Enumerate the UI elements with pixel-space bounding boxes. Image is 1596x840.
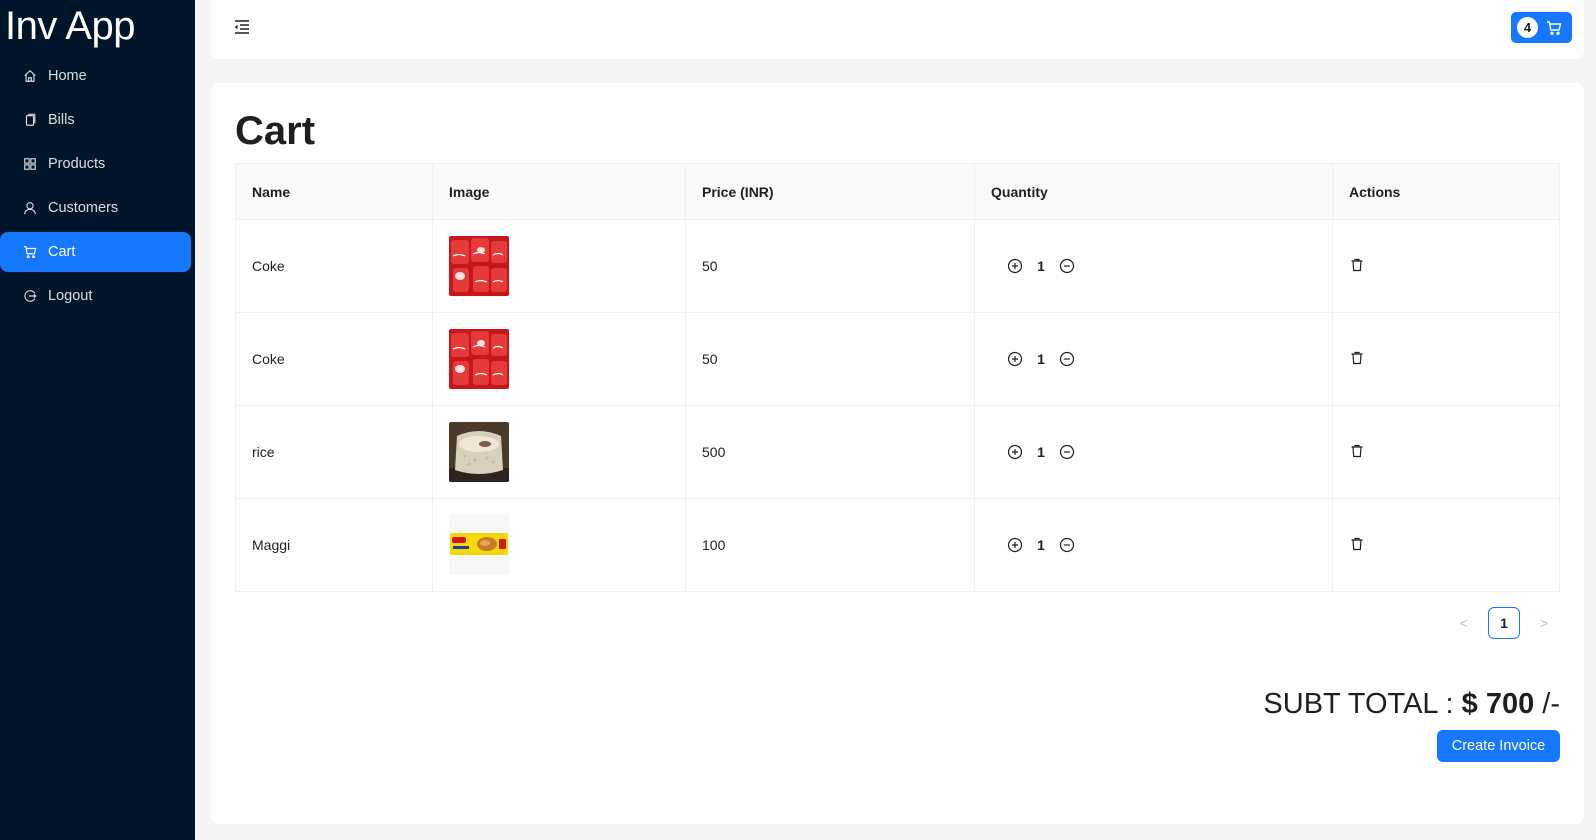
- minus-circle-icon[interactable]: [1059, 537, 1075, 553]
- cell-quantity: 1: [974, 498, 1333, 592]
- subtotal-suffix: /-: [1534, 688, 1560, 720]
- sidebar: Inv App Home Bills Products Customers Ca…: [0, 0, 195, 840]
- sidebar-item-cart[interactable]: Cart: [0, 232, 191, 272]
- minus-circle-icon[interactable]: [1059, 258, 1075, 274]
- cell-name: Coke: [235, 219, 433, 313]
- column-header-price: Price (INR): [685, 163, 975, 220]
- cell-image: [432, 498, 686, 592]
- column-header-quantity: Quantity: [974, 163, 1333, 220]
- cell-quantity: 1: [974, 312, 1333, 406]
- cell-name: rice: [235, 405, 433, 499]
- delete-icon[interactable]: [1350, 258, 1364, 272]
- cell-actions: [1332, 219, 1560, 313]
- cell-quantity: 1: [974, 405, 1333, 499]
- plus-circle-icon[interactable]: [1007, 351, 1023, 367]
- cart-icon: [23, 245, 37, 259]
- home-icon: [23, 69, 37, 83]
- plus-circle-icon[interactable]: [1007, 537, 1023, 553]
- cell-price: 50: [685, 312, 975, 406]
- pagination: < 1 >: [1448, 607, 1560, 639]
- pagination-page-1[interactable]: 1: [1488, 607, 1520, 639]
- maggi-pack-image: [449, 515, 509, 575]
- column-header-name: Name: [235, 163, 433, 220]
- sidebar-item-customers[interactable]: Customers: [0, 188, 191, 228]
- quantity-value: 1: [1037, 537, 1045, 553]
- plus-circle-icon[interactable]: [1007, 258, 1023, 274]
- quantity-value: 1: [1037, 444, 1045, 460]
- cart-table: Name Image Price (INR) Quantity Actions …: [235, 163, 1560, 592]
- quantity-value: 1: [1037, 351, 1045, 367]
- sidebar-item-products[interactable]: Products: [0, 144, 191, 184]
- copy-icon: [23, 113, 37, 127]
- table-row: Coke 50 1: [235, 312, 1560, 406]
- sidebar-item-home[interactable]: Home: [0, 56, 191, 96]
- cell-image: [432, 312, 686, 406]
- minus-circle-icon[interactable]: [1059, 351, 1075, 367]
- pagination-next-button[interactable]: >: [1528, 607, 1560, 639]
- delete-icon[interactable]: [1350, 444, 1364, 458]
- pagination-prev-button[interactable]: <: [1448, 607, 1480, 639]
- cart-count-badge: 4: [1517, 17, 1538, 38]
- cell-price: 50: [685, 219, 975, 313]
- coke-can-image: [449, 329, 509, 389]
- table-row: rice 500 1: [235, 405, 1560, 499]
- subtotal: SUBT TOTAL : $ 700 /-: [1263, 688, 1560, 721]
- table-row: Maggi 100 1: [235, 498, 1560, 592]
- cell-quantity: 1: [974, 219, 1333, 313]
- column-header-actions: Actions: [1332, 163, 1560, 220]
- cell-price: 100: [685, 498, 975, 592]
- header-cart-button[interactable]: 4: [1511, 12, 1572, 43]
- table-header-row: Name Image Price (INR) Quantity Actions: [235, 163, 1560, 220]
- column-header-image: Image: [432, 163, 686, 220]
- cell-name: Maggi: [235, 498, 433, 592]
- cell-actions: [1332, 498, 1560, 592]
- create-invoice-button[interactable]: Create Invoice: [1437, 730, 1560, 762]
- sidebar-item-bills[interactable]: Bills: [0, 100, 191, 140]
- top-header: 4: [211, 0, 1584, 59]
- quantity-value: 1: [1037, 258, 1045, 274]
- sidebar-item-label: Products: [48, 156, 106, 172]
- cell-name: Coke: [235, 312, 433, 406]
- shopping-cart-icon: [1546, 20, 1562, 36]
- sidebar-item-label: Cart: [48, 244, 76, 260]
- sidebar-item-label: Customers: [48, 200, 119, 216]
- cell-price: 500: [685, 405, 975, 499]
- coke-can-image: [449, 236, 509, 296]
- page-title: Cart: [235, 109, 316, 153]
- sidebar-menu: Home Bills Products Customers Cart Logou…: [0, 56, 195, 316]
- delete-icon[interactable]: [1350, 351, 1364, 365]
- rice-sack-image: [449, 422, 509, 482]
- cell-image: [432, 405, 686, 499]
- subtotal-label: SUBT TOTAL :: [1263, 688, 1462, 720]
- cell-actions: [1332, 405, 1560, 499]
- user-icon: [23, 201, 37, 215]
- table-row: Coke 50 1: [235, 219, 1560, 313]
- sidebar-item-label: Logout: [48, 288, 93, 304]
- cart-panel: Cart Name Image Price (INR) Quantity Act…: [211, 83, 1584, 824]
- delete-icon[interactable]: [1350, 537, 1364, 551]
- minus-circle-icon[interactable]: [1059, 444, 1075, 460]
- logout-icon: [23, 289, 37, 303]
- menu-fold-icon[interactable]: [233, 18, 251, 36]
- subtotal-amount: $ 700: [1461, 688, 1535, 720]
- sidebar-item-label: Home: [48, 68, 87, 84]
- cell-image: [432, 219, 686, 313]
- sidebar-item-logout[interactable]: Logout: [0, 276, 191, 316]
- cell-actions: [1332, 312, 1560, 406]
- brand-title: Inv App: [5, 4, 135, 48]
- plus-circle-icon[interactable]: [1007, 444, 1023, 460]
- appstore-icon: [23, 157, 37, 171]
- sidebar-item-label: Bills: [48, 112, 75, 128]
